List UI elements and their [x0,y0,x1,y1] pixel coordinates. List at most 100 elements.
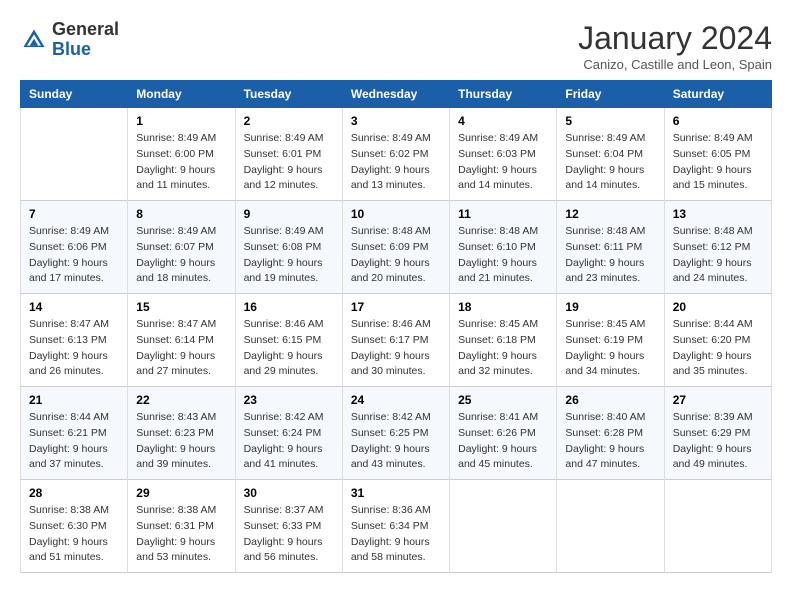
calendar-header: SundayMondayTuesdayWednesdayThursdayFrid… [21,81,772,108]
day-number: 26 [565,393,655,407]
day-number: 10 [351,207,441,221]
week-row-1: 7 Sunrise: 8:49 AM Sunset: 6:06 PM Daylig… [21,201,772,294]
calendar-cell [557,480,664,573]
day-info: Sunrise: 8:48 AM Sunset: 6:10 PM Dayligh… [458,224,548,287]
day-info: Sunrise: 8:49 AM Sunset: 6:05 PM Dayligh… [673,131,763,194]
day-number: 8 [136,207,226,221]
calendar-cell: 24 Sunrise: 8:42 AM Sunset: 6:25 PM Dayli… [342,387,449,480]
logo-general-text: General [52,19,119,39]
day-info: Sunrise: 8:44 AM Sunset: 6:20 PM Dayligh… [673,317,763,380]
day-info: Sunrise: 8:49 AM Sunset: 6:02 PM Dayligh… [351,131,441,194]
calendar-cell: 21 Sunrise: 8:44 AM Sunset: 6:21 PM Dayli… [21,387,128,480]
calendar-cell: 16 Sunrise: 8:46 AM Sunset: 6:15 PM Dayli… [235,294,342,387]
calendar-cell: 27 Sunrise: 8:39 AM Sunset: 6:29 PM Dayli… [664,387,771,480]
day-info: Sunrise: 8:49 AM Sunset: 6:03 PM Dayligh… [458,131,548,194]
day-info: Sunrise: 8:48 AM Sunset: 6:12 PM Dayligh… [673,224,763,287]
day-number: 16 [244,300,334,314]
day-number: 11 [458,207,548,221]
day-info: Sunrise: 8:38 AM Sunset: 6:30 PM Dayligh… [29,503,119,566]
day-number: 15 [136,300,226,314]
day-info: Sunrise: 8:39 AM Sunset: 6:29 PM Dayligh… [673,410,763,473]
day-number: 29 [136,486,226,500]
calendar-cell: 10 Sunrise: 8:48 AM Sunset: 6:09 PM Dayli… [342,201,449,294]
header-day-friday: Friday [557,81,664,108]
calendar-cell: 4 Sunrise: 8:49 AM Sunset: 6:03 PM Daylig… [450,108,557,201]
calendar-cell: 30 Sunrise: 8:37 AM Sunset: 6:33 PM Dayli… [235,480,342,573]
day-number: 14 [29,300,119,314]
day-info: Sunrise: 8:46 AM Sunset: 6:15 PM Dayligh… [244,317,334,380]
day-info: Sunrise: 8:44 AM Sunset: 6:21 PM Dayligh… [29,410,119,473]
day-info: Sunrise: 8:47 AM Sunset: 6:14 PM Dayligh… [136,317,226,380]
calendar-cell: 31 Sunrise: 8:36 AM Sunset: 6:34 PM Dayli… [342,480,449,573]
day-number: 7 [29,207,119,221]
logo-icon [20,26,48,54]
calendar-table: SundayMondayTuesdayWednesdayThursdayFrid… [20,80,772,573]
day-number: 13 [673,207,763,221]
header-day-thursday: Thursday [450,81,557,108]
calendar-cell: 7 Sunrise: 8:49 AM Sunset: 6:06 PM Daylig… [21,201,128,294]
day-info: Sunrise: 8:45 AM Sunset: 6:18 PM Dayligh… [458,317,548,380]
calendar-cell: 9Sunrise: 8:49 AM Sunset: 6:08 PM Daylig… [235,201,342,294]
day-info: Sunrise: 8:37 AM Sunset: 6:33 PM Dayligh… [244,503,334,566]
day-number: 24 [351,393,441,407]
calendar-cell [450,480,557,573]
week-row-2: 14 Sunrise: 8:47 AM Sunset: 6:13 PM Dayli… [21,294,772,387]
day-number: 21 [29,393,119,407]
header-day-saturday: Saturday [664,81,771,108]
day-number: 6 [673,114,763,128]
day-info: Sunrise: 8:49 AM Sunset: 6:06 PM Dayligh… [29,224,119,287]
day-info: Sunrise: 8:36 AM Sunset: 6:34 PM Dayligh… [351,503,441,566]
calendar-cell: 18 Sunrise: 8:45 AM Sunset: 6:18 PM Dayli… [450,294,557,387]
day-info: Sunrise: 8:42 AM Sunset: 6:25 PM Dayligh… [351,410,441,473]
day-number: 27 [673,393,763,407]
day-number: 4 [458,114,548,128]
day-number: 28 [29,486,119,500]
day-info: Sunrise: 8:47 AM Sunset: 6:13 PM Dayligh… [29,317,119,380]
calendar-cell: 15 Sunrise: 8:47 AM Sunset: 6:14 PM Dayli… [128,294,235,387]
day-number: 12 [565,207,655,221]
calendar-cell: 19Sunrise: 8:45 AM Sunset: 6:19 PM Dayli… [557,294,664,387]
header-day-wednesday: Wednesday [342,81,449,108]
day-info: Sunrise: 8:49 AM Sunset: 6:00 PM Dayligh… [136,131,226,194]
logo: General Blue [20,20,119,60]
header-day-monday: Monday [128,81,235,108]
calendar-cell [664,480,771,573]
day-info: Sunrise: 8:49 AM Sunset: 6:01 PM Dayligh… [244,131,334,194]
day-number: 3 [351,114,441,128]
day-number: 31 [351,486,441,500]
day-number: 22 [136,393,226,407]
calendar-body: 1Sunrise: 8:49 AM Sunset: 6:00 PM Daylig… [21,108,772,573]
page-header: General Blue January 2024 Canizo, Castil… [20,20,772,72]
day-number: 2 [244,114,334,128]
day-info: Sunrise: 8:42 AM Sunset: 6:24 PM Dayligh… [244,410,334,473]
day-number: 23 [244,393,334,407]
calendar-cell: 6 Sunrise: 8:49 AM Sunset: 6:05 PM Daylig… [664,108,771,201]
header-day-tuesday: Tuesday [235,81,342,108]
day-number: 30 [244,486,334,500]
day-info: Sunrise: 8:40 AM Sunset: 6:28 PM Dayligh… [565,410,655,473]
day-info: Sunrise: 8:48 AM Sunset: 6:11 PM Dayligh… [565,224,655,287]
calendar-cell: 28 Sunrise: 8:38 AM Sunset: 6:30 PM Dayli… [21,480,128,573]
week-row-3: 21 Sunrise: 8:44 AM Sunset: 6:21 PM Dayli… [21,387,772,480]
calendar-cell: 20 Sunrise: 8:44 AM Sunset: 6:20 PM Dayli… [664,294,771,387]
day-number: 20 [673,300,763,314]
calendar-cell: 26 Sunrise: 8:40 AM Sunset: 6:28 PM Dayli… [557,387,664,480]
calendar-cell: 12 Sunrise: 8:48 AM Sunset: 6:11 PM Dayli… [557,201,664,294]
calendar-cell: 17Sunrise: 8:46 AM Sunset: 6:17 PM Dayli… [342,294,449,387]
title-block: January 2024 Canizo, Castille and Leon, … [578,20,772,72]
day-info: Sunrise: 8:49 AM Sunset: 6:07 PM Dayligh… [136,224,226,287]
day-number: 17 [351,300,441,314]
calendar-cell: 25Sunrise: 8:41 AM Sunset: 6:26 PM Dayli… [450,387,557,480]
day-info: Sunrise: 8:41 AM Sunset: 6:26 PM Dayligh… [458,410,548,473]
calendar-cell: 1Sunrise: 8:49 AM Sunset: 6:00 PM Daylig… [128,108,235,201]
day-number: 18 [458,300,548,314]
calendar-cell: 2 Sunrise: 8:49 AM Sunset: 6:01 PM Daylig… [235,108,342,201]
calendar-cell: 14 Sunrise: 8:47 AM Sunset: 6:13 PM Dayli… [21,294,128,387]
calendar-cell: 29Sunrise: 8:38 AM Sunset: 6:31 PM Dayli… [128,480,235,573]
day-info: Sunrise: 8:49 AM Sunset: 6:08 PM Dayligh… [244,224,334,287]
day-number: 5 [565,114,655,128]
day-number: 19 [565,300,655,314]
day-info: Sunrise: 8:48 AM Sunset: 6:09 PM Dayligh… [351,224,441,287]
calendar-cell [21,108,128,201]
week-row-0: 1Sunrise: 8:49 AM Sunset: 6:00 PM Daylig… [21,108,772,201]
